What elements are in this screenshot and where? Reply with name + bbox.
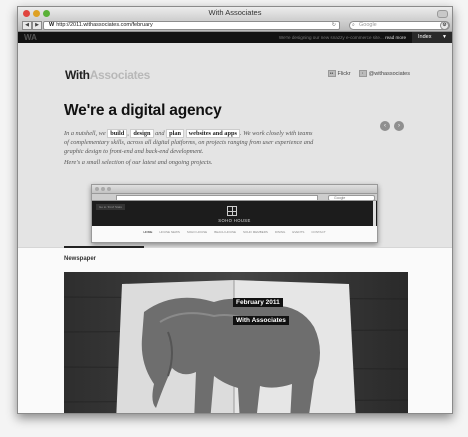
mini-scrollbar [373, 201, 376, 226]
site-favicon: W [49, 22, 55, 28]
twitter-icon: t [358, 70, 367, 77]
caret-down-icon: ▼ [442, 34, 447, 40]
title-bar: With Associates [18, 7, 452, 20]
site-top-bar: WA We're designing our new snazzy e-comm… [18, 32, 452, 43]
search-icon: ⌕ [352, 22, 355, 28]
tag-build[interactable]: build [107, 129, 128, 138]
tag-plan[interactable]: plan [166, 129, 185, 138]
forward-button[interactable]: ▶ [32, 21, 42, 30]
mini-window-controls [95, 187, 111, 191]
browser-toolbar: ◀ ▶ Whttp://2011.withassociates.com/febr… [18, 20, 452, 32]
mini-find-label: Go to 'Find' Stats [96, 204, 125, 210]
window-title: With Associates [208, 8, 262, 17]
mini-site-title: SOHO HOUSE [218, 218, 251, 223]
tag-websites-and-apps[interactable]: websites and apps [185, 129, 240, 138]
index-label: Index [418, 34, 432, 40]
newspaper-line-1: February 2011 [233, 298, 283, 307]
flickr-label: Flickr [337, 70, 351, 77]
mini-nav-item: DINING [274, 230, 286, 234]
newspaper-headline: February 2011 With Associates [233, 291, 289, 327]
newspaper-line-2: With Associates [233, 316, 289, 325]
intro-paragraph: In a nutshell, we build, design and plan… [64, 129, 316, 156]
index-menu-button[interactable]: Index ▼ [412, 32, 452, 43]
mini-nav-item: BEACH HOUSE [214, 230, 237, 234]
mini-nav-item: HOUSE NEWS [159, 230, 180, 234]
toolbar-toggle-button[interactable] [437, 10, 448, 18]
intro-comma: , [127, 130, 129, 137]
brand-with: With [65, 68, 90, 82]
url-text: http://2011.withassociates.com/february [56, 22, 153, 28]
nav-buttons: ◀ ▶ [22, 21, 42, 30]
browser-window: With Associates ◀ ▶ Whttp://2011.withass… [17, 6, 453, 414]
news-ticker: We're designing our new snazzy e-commerc… [279, 35, 406, 40]
twitter-label: @withassociates [368, 70, 410, 77]
site-logo[interactable]: WA [24, 33, 37, 42]
newspaper-photo[interactable]: February 2011 With Associates [64, 272, 408, 413]
mini-nav-item: EVENTS [292, 230, 305, 234]
soho-house-logo-icon [227, 206, 237, 216]
mini-title-bar [92, 185, 377, 194]
mini-nav-item: CONTACT [311, 230, 326, 234]
section-title: Newspaper [64, 256, 97, 262]
section-rule [64, 246, 144, 248]
tag-design[interactable]: design [130, 129, 154, 138]
flickr-link[interactable]: ●● Flickr [327, 70, 351, 77]
search-field[interactable]: ⌕ Google [349, 21, 450, 30]
next-arrow-icon[interactable]: › [394, 121, 404, 131]
brand-associates: Associates [89, 68, 151, 82]
project-section: Newspaper February 2011 With Associates [18, 246, 452, 413]
intro-text-1: In a nutshell, we [64, 130, 106, 137]
page-content: WithAssociates ●● Flickr t @withassociat… [18, 43, 452, 413]
address-bar[interactable]: Whttp://2011.withassociates.com/february… [43, 21, 340, 30]
read-more-link[interactable]: read more [385, 35, 406, 40]
twitter-link[interactable]: t @withassociates [358, 70, 410, 77]
carousel-controls: ‹ › [380, 121, 404, 131]
mini-nav-item: HOME [143, 230, 153, 234]
project-screenshot[interactable]: Google Go to 'Find' Stats SOHO HOUSE HOM… [91, 184, 378, 243]
reload-icon[interactable]: ↻ [332, 22, 336, 29]
search-placeholder: Google [359, 22, 377, 28]
mini-site-header: Go to 'Find' Stats SOHO HOUSE [92, 201, 377, 226]
mini-site-nav: HOME HOUSE NEWS SOHO HOUSE BEACH HOUSE S… [92, 226, 377, 234]
gear-icon[interactable]: ⚙ [440, 21, 449, 30]
back-button[interactable]: ◀ [22, 21, 32, 30]
flickr-icon: ●● [327, 70, 336, 77]
mini-toolbar: Google [92, 194, 377, 201]
mini-nav-item: SOHO HOUSE [186, 230, 208, 234]
mini-nav-item: SOHO MEMBERS [243, 230, 268, 234]
intro-and: and [155, 130, 165, 137]
prev-arrow-icon[interactable]: ‹ [380, 121, 390, 131]
page-headline: We're a digital agency [64, 102, 222, 119]
intro-selection-text: Here's a small selection of our latest a… [64, 159, 213, 166]
social-links: ●● Flickr t @withassociates [327, 70, 410, 77]
ticker-text: We're designing our new snazzy e-commerc… [278, 35, 384, 40]
brand-logo[interactable]: WithAssociates [65, 68, 150, 82]
